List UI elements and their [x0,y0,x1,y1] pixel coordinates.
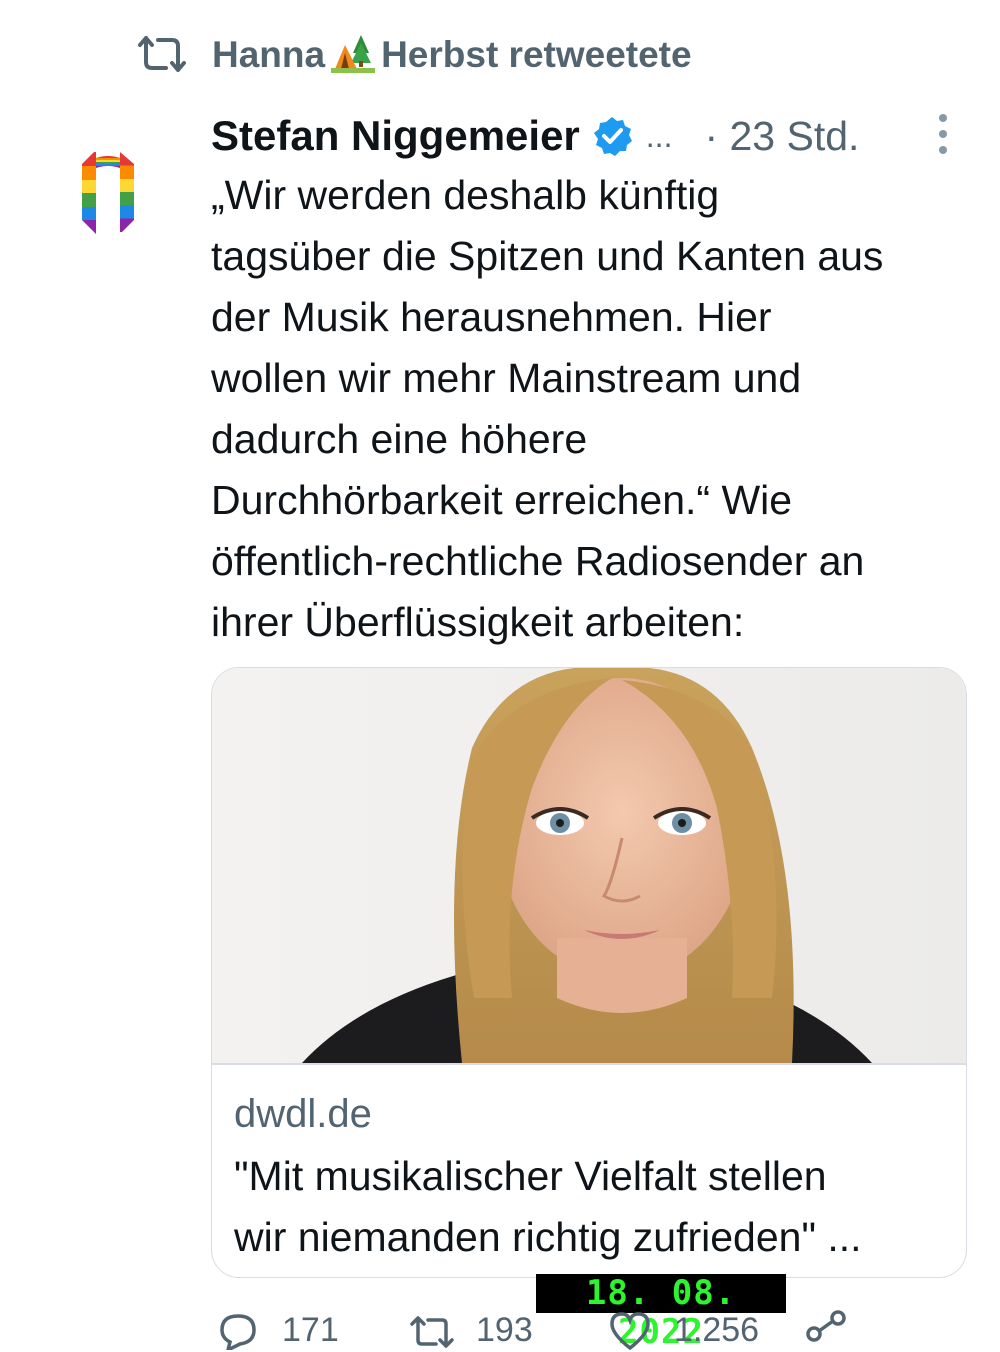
date-stamp: 18. 08. 2022 [536,1274,786,1352]
card-domain: dwdl.de [234,1092,372,1136]
tweet-timestamp[interactable]: · 23 Std. [704,113,859,160]
retweet-icon [138,36,186,72]
card-divider [212,1063,966,1065]
card-title: "Mit musikalischer Vielfalt stellen wir … [234,1153,862,1260]
retweet-context[interactable]: Hanna Herbst retweetete [138,28,692,80]
more-options-icon[interactable] [935,112,951,156]
retweet-count: 193 [476,1311,533,1349]
link-card[interactable]: dwdl.de "Mit musikalischer Vielfalt stel… [211,667,967,1278]
reply-button[interactable]: 171 [216,1310,339,1350]
retweet-button[interactable]: 193 [410,1310,533,1350]
handle-truncated[interactable]: ... [646,118,673,155]
author-name[interactable]: Stefan Niggemeier [211,112,580,160]
tweet-header: Stefan Niggemeier ... · 23 Std. [211,108,971,164]
retweet-icon [410,1316,454,1348]
card-image [212,668,966,1063]
retweet-suffix: Herbst retweetete [381,33,692,75]
share-button[interactable] [804,1310,848,1350]
retweeter-name: Hanna [212,33,326,75]
avatar[interactable] [80,150,136,234]
tweet-text: „Wir werden deshalb künftig tagsüber die… [211,172,884,645]
heart-icon [610,1312,650,1350]
reply-count: 171 [282,1311,339,1349]
like-count: 1.256 [674,1311,760,1349]
verified-badge-icon [593,117,632,156]
retweeter-label[interactable]: Hanna Herbst retweetete [212,33,692,76]
camping-emoji-icon [331,34,376,73]
like-button[interactable]: 1.256 [608,1310,759,1350]
reply-icon [220,1314,256,1350]
share-icon [806,1310,846,1342]
